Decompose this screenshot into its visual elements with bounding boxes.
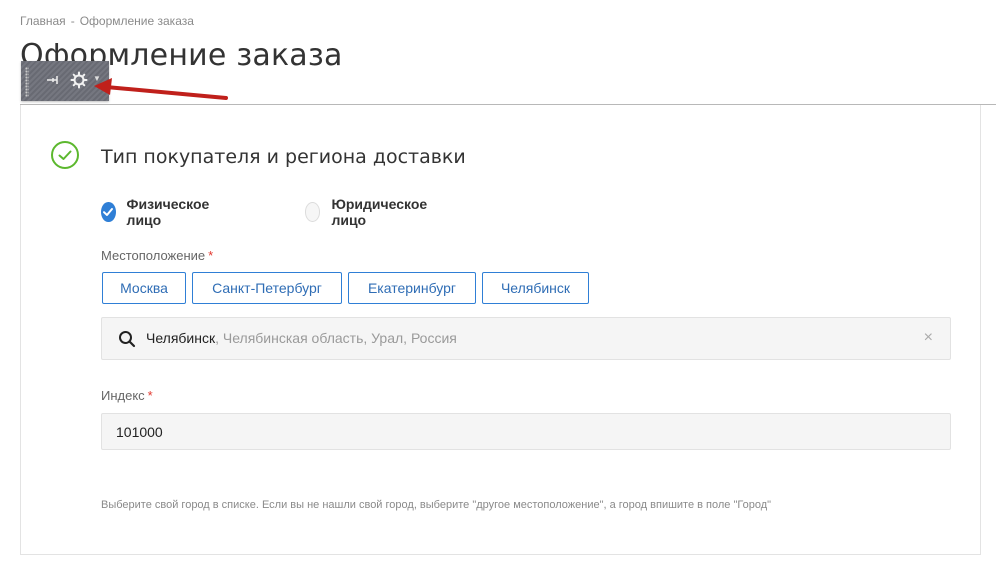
index-label-text: Индекс: [101, 388, 145, 403]
breadcrumb: Главная - Оформление заказа: [20, 14, 194, 28]
radio-checked-icon[interactable]: [101, 202, 116, 222]
radio-legal-entity-label: Юридическое лицо: [331, 196, 428, 228]
city-button-chelyabinsk[interactable]: Челябинск: [482, 272, 589, 304]
city-button-moscow[interactable]: Москва: [102, 272, 186, 304]
section-title: Тип покупателя и региона доставки: [101, 146, 466, 168]
required-mark: *: [208, 248, 214, 263]
breadcrumb-current: Оформление заказа: [79, 14, 194, 28]
search-icon: [119, 331, 136, 348]
city-button-saint-petersburg[interactable]: Санкт-Петербург: [192, 272, 342, 304]
location-label: Местоположение *: [101, 248, 213, 263]
radio-unchecked-icon[interactable]: [305, 202, 321, 222]
radio-legal-entity[interactable]: Юридическое лицо: [305, 196, 432, 228]
buyer-region-section: Тип покупателя и региона доставки Физиче…: [20, 105, 981, 555]
location-hint: Выберите свой город в списке. Если вы не…: [101, 499, 772, 511]
breadcrumb-link-home[interactable]: Главная: [20, 14, 66, 28]
annotation-arrow: [94, 78, 228, 100]
location-label-text: Местоположение: [101, 248, 206, 263]
radio-individual[interactable]: Физическое лицо: [101, 196, 215, 228]
location-details: , Челябинская область, Урал, Россия: [215, 330, 457, 346]
pin-icon[interactable]: [45, 71, 61, 89]
index-input[interactable]: [101, 413, 951, 450]
breadcrumb-separator: -: [70, 14, 75, 28]
location-value: Челябинск, Челябинская область, Урал, Ро…: [146, 330, 457, 346]
radio-individual-label: Физическое лицо: [126, 196, 210, 228]
check-circle-icon: [51, 141, 79, 169]
grip-icon[interactable]: [25, 67, 29, 97]
location-search-field[interactable]: Челябинск, Челябинская область, Урал, Ро…: [101, 317, 951, 360]
clear-icon[interactable]: ×: [924, 329, 933, 347]
city-button-yekaterinburg[interactable]: Екатеринбург: [348, 272, 476, 304]
gear-icon[interactable]: [69, 70, 89, 90]
required-mark: *: [147, 388, 153, 403]
index-label: Индекс *: [101, 388, 153, 403]
location-city: Челябинск: [146, 330, 216, 346]
